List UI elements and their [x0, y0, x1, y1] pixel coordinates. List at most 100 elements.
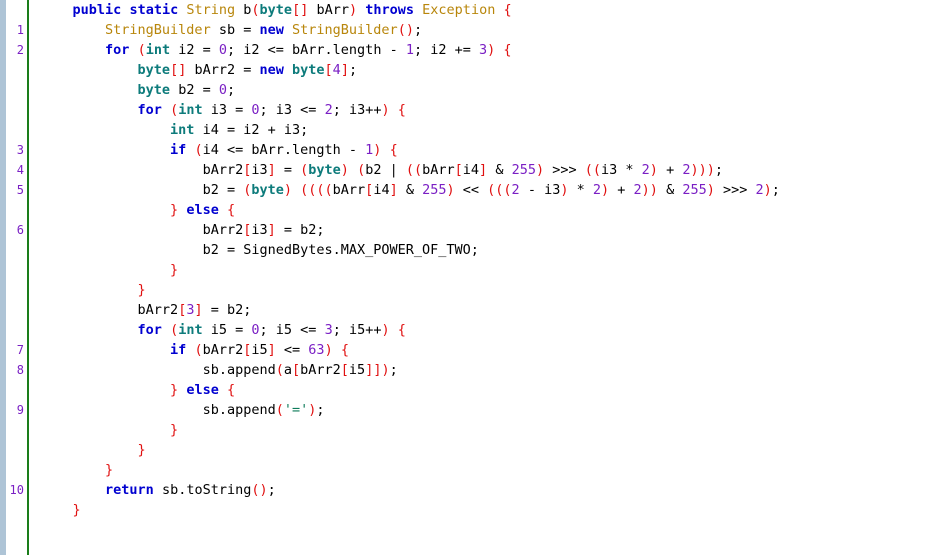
code-line[interactable]: int i4 = i2 + i3; — [29, 120, 937, 140]
code-token-num: 2 — [633, 182, 642, 198]
code-line[interactable]: for (int i2 = 0; i2 <= bArr.length - 1; … — [29, 40, 937, 60]
code-line[interactable]: for (int i5 = 0; i5 <= 3; i5++) { — [29, 320, 937, 340]
code-token-plain: & — [657, 182, 683, 198]
code-line[interactable]: } — [29, 260, 937, 280]
code-token-num: 0 — [251, 322, 260, 338]
code-line[interactable]: b2 = SignedBytes.MAX_POWER_OF_TWO; — [29, 240, 937, 260]
code-line[interactable]: for (int i3 = 0; i3 <= 2; i3++) { — [29, 100, 937, 120]
code-line[interactable]: StringBuilder sb = new StringBuilder(); — [29, 20, 937, 40]
line-number[interactable]: 10 — [6, 480, 27, 500]
code-token-punct: [ — [454, 162, 463, 178]
code-line[interactable]: } — [29, 420, 937, 440]
code-token-plain: i3 = — [202, 102, 252, 118]
code-line[interactable]: } — [29, 280, 937, 300]
code-token-plain: & — [397, 182, 423, 198]
code-token-punct: } — [170, 382, 179, 398]
code-token-plain: i4 <= bArr.length - — [202, 142, 366, 158]
line-number[interactable]: 8 — [6, 360, 27, 380]
code-token-num: 2 — [324, 102, 333, 118]
line-number-blank[interactable] — [6, 440, 27, 460]
code-line[interactable]: byte b2 = 0; — [29, 80, 937, 100]
line-number-gutter[interactable]: 1 2 3 4 5 6 7 8 9 10 — [6, 0, 27, 555]
line-number[interactable]: 6 — [6, 220, 27, 240]
code-line[interactable]: public static String b(byte[] bArr) thro… — [29, 0, 937, 20]
code-token-punct: ) — [649, 162, 658, 178]
line-number[interactable]: 5 — [6, 180, 27, 200]
code-line[interactable]: byte[] bArr2 = new byte[4]; — [29, 60, 937, 80]
code-token-punct: ] — [479, 162, 488, 178]
line-number[interactable]: 7 — [6, 340, 27, 360]
code-token-plain: sb.append — [202, 362, 276, 378]
code-token-plain: i4 — [462, 162, 480, 178]
code-token-punct: ) — [283, 182, 292, 198]
code-line[interactable]: sb.append(a[bArr2[i5]]); — [29, 360, 937, 380]
code-line[interactable]: return sb.toString(); — [29, 480, 937, 500]
line-number[interactable]: 2 — [6, 40, 27, 60]
code-line[interactable]: } — [29, 460, 937, 480]
code-token-plain: ; — [316, 402, 325, 418]
code-line[interactable]: sb.append('='); — [29, 400, 937, 420]
line-number-blank[interactable] — [6, 420, 27, 440]
code-token-kw: for — [105, 42, 130, 58]
code-token-kw: public — [72, 2, 122, 18]
line-number-blank[interactable] — [6, 460, 27, 480]
code-token-punct: ) — [763, 182, 772, 198]
code-line[interactable]: } else { — [29, 200, 937, 220]
code-token-plain: b2 | — [365, 162, 406, 178]
line-number-blank[interactable] — [6, 100, 27, 120]
code-line[interactable]: bArr2[i3] = (byte) (b2 | ((bArr[i4] & 25… — [29, 160, 937, 180]
code-token-punct: [ — [292, 362, 301, 378]
code-token-plain: i3 * — [601, 162, 642, 178]
line-number-blank[interactable] — [6, 240, 27, 260]
line-number-blank[interactable] — [6, 260, 27, 280]
line-number[interactable]: 9 — [6, 400, 27, 420]
line-number-blank[interactable] — [6, 60, 27, 80]
line-number-blank[interactable] — [6, 320, 27, 340]
code-line[interactable]: } else { — [29, 380, 937, 400]
code-line[interactable]: if (i4 <= bArr.length - 1) { — [29, 140, 937, 160]
line-number[interactable]: 4 — [6, 160, 27, 180]
code-line[interactable]: b2 = (byte) ((((bArr[i4] & 255) << (((2 … — [29, 180, 937, 200]
line-number-blank[interactable] — [6, 280, 27, 300]
code-token-plain: a — [283, 362, 292, 378]
code-token-cls: Exception — [422, 2, 496, 18]
code-text-area[interactable]: public static String b(byte[] bArr) thro… — [29, 0, 937, 555]
code-line[interactable]: bArr2[3] = b2; — [29, 300, 937, 320]
code-token-plain: ; i3 <= — [259, 102, 325, 118]
code-line[interactable]: bArr2[i3] = b2; — [29, 220, 937, 240]
code-token-plain: ; — [348, 62, 358, 78]
code-line[interactable]: } — [29, 440, 937, 460]
code-token-num: 3 — [324, 322, 333, 338]
code-token-plain: i2 = — [170, 42, 219, 58]
line-number-blank[interactable] — [6, 200, 27, 220]
line-number[interactable]: 1 — [6, 20, 27, 40]
line-number-blank[interactable] — [6, 80, 27, 100]
line-number[interactable]: 3 — [6, 140, 27, 160]
code-token-punct: (( — [584, 162, 602, 178]
code-line[interactable]: if (bArr2[i5] <= 63) { — [29, 340, 937, 360]
line-number-blank[interactable] — [6, 500, 27, 520]
code-token-num: 2 — [592, 182, 601, 198]
code-line[interactable]: } — [29, 500, 937, 520]
code-token-plain: i4 — [373, 182, 390, 198]
line-number-blank[interactable] — [6, 300, 27, 320]
line-number-blank[interactable] — [6, 380, 27, 400]
line-number-blank[interactable] — [6, 0, 27, 20]
line-number-blank[interactable] — [6, 120, 27, 140]
code-token-plain: = — [275, 162, 301, 178]
code-token-punct: { — [389, 142, 398, 158]
code-token-num: 2 — [755, 182, 764, 198]
